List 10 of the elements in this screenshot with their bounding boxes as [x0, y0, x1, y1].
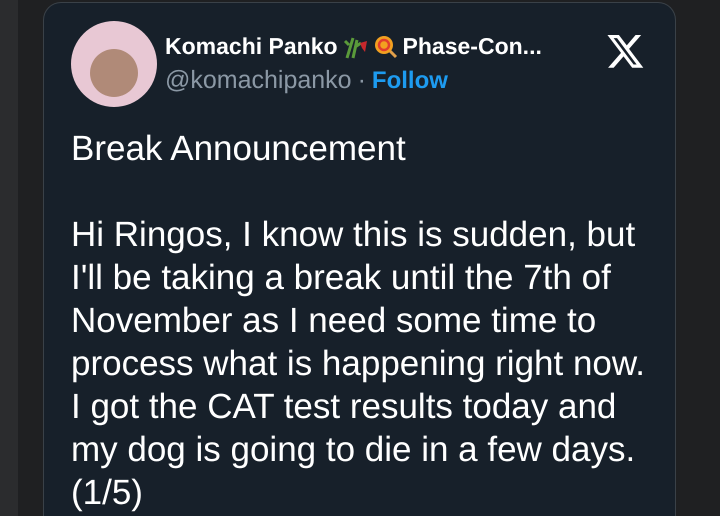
- author-name: Komachi Panko: [165, 33, 338, 60]
- follow-link[interactable]: Follow: [372, 66, 448, 94]
- bamboo-icon: [342, 34, 369, 58]
- post-text: Hi Ringos, I know this is sudden, but I'll be taking a break until the 7th of November as I need some time to process what is happening right now. I got the CAT test results today and my dog is going to die in a few days. (1/5): [71, 214, 646, 514]
- author-name-suffix: Phase-Con...: [402, 33, 542, 60]
- x-logo-icon[interactable]: [607, 35, 645, 69]
- separator: ·: [358, 66, 366, 95]
- post-title: Break Announcement: [71, 128, 407, 170]
- author-handle: @komachipanko: [165, 66, 352, 95]
- lollipop-icon: [374, 34, 398, 58]
